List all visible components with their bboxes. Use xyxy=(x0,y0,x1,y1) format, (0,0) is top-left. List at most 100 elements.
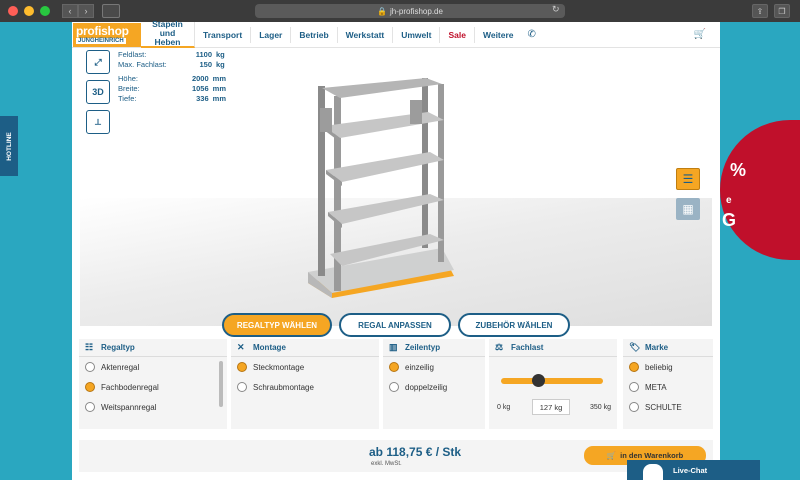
fachlast-slider-track[interactable] xyxy=(501,378,603,384)
hotline-tab[interactable]: HOTLINE xyxy=(0,116,18,176)
filter-title: Zeilentyp xyxy=(405,343,441,352)
filter-title: Marke xyxy=(645,343,669,352)
price-text: ab 118,75 € / Stk xyxy=(369,445,462,459)
hotline-label: HOTLINE xyxy=(5,131,13,161)
filter-zeilentyp: ▥ Zeilentyp einzeilig doppelzeilig xyxy=(383,339,485,429)
spec-feldlast: Feldlast: 1100 kg xyxy=(118,50,225,59)
nav-item-umwelt[interactable]: Umwelt xyxy=(393,26,441,43)
fachlast-input[interactable]: 127 kg xyxy=(532,399,570,415)
filter-title: Montage xyxy=(253,343,286,352)
slider-max-label: 350 kg xyxy=(589,404,611,411)
logo-text: profishop xyxy=(76,23,129,38)
add-shelf-icon[interactable]: ☰ xyxy=(676,168,700,190)
tag-icon: 🏷 xyxy=(629,342,641,352)
scrollbar[interactable] xyxy=(219,361,223,407)
tools-icon: ✕ xyxy=(237,342,245,352)
option-doppelzeilig[interactable]: doppelzeilig xyxy=(383,377,485,397)
option-schulte[interactable]: SCHULTE xyxy=(623,397,713,417)
radio-selected[interactable] xyxy=(389,362,399,372)
sidebar-toggle-icon[interactable] xyxy=(102,4,120,18)
option-schraubmontage[interactable]: Schraubmontage xyxy=(231,377,379,397)
nav-item-lager[interactable]: Lager xyxy=(251,26,292,43)
option-einzeilig[interactable]: einzeilig xyxy=(383,357,485,377)
option-label: Weitspannregal xyxy=(101,402,157,412)
slider-min-label: 0 kg xyxy=(497,404,511,411)
expand-icon[interactable]: ⤢ xyxy=(86,50,110,74)
filter-panels: ☷ Regaltyp Aktenregal Fachbodenregal Weit… xyxy=(79,339,713,451)
page: profishop JUNGHEINRICH Stapeln und Heben… xyxy=(72,20,720,480)
radio-selected[interactable] xyxy=(629,362,639,372)
option-fachbodenregal[interactable]: Fachbodenregal xyxy=(79,377,227,397)
radio[interactable] xyxy=(85,362,95,372)
filter-title: Regaltyp xyxy=(101,343,135,352)
add-field-icon[interactable]: ▦ xyxy=(676,198,700,220)
option-label: doppelzeilig xyxy=(405,382,448,392)
live-chat-label: Live-Chat xyxy=(673,465,708,475)
filter-fachlast: ⚖ Fachlast 0 kg 127 kg 350 kg xyxy=(489,339,617,429)
option-label: beliebig xyxy=(645,362,673,372)
tabs-icon[interactable]: ❐ xyxy=(774,4,790,18)
option-label: einzeilig xyxy=(405,362,434,372)
close-window-button[interactable] xyxy=(8,6,18,16)
option-label: META xyxy=(645,382,667,392)
chat-icon xyxy=(643,464,663,480)
forward-icon[interactable]: › xyxy=(78,4,94,18)
address-bar[interactable]: 🔒 jh-profishop.de xyxy=(255,4,565,18)
url-text: jh-profishop.de xyxy=(390,6,443,16)
fachlast-slider-handle[interactable] xyxy=(532,374,546,387)
promo-line-2: G xyxy=(722,210,737,230)
spec-tiefe: Tiefe: 336 mm xyxy=(118,94,226,103)
weight-icon: ⚖ xyxy=(495,342,504,352)
shelf-3d-viewer[interactable]: ⤢ 3D ⟂ Feldlast: 1100 kg Max. Fachlast: 150… xyxy=(80,48,712,326)
measure-icon[interactable]: ⟂ xyxy=(86,110,110,134)
share-icon[interactable]: ⇪ xyxy=(752,4,768,18)
option-steckmontage[interactable]: Steckmontage xyxy=(231,357,379,377)
back-icon[interactable]: ‹ xyxy=(62,4,78,18)
option-label: Fachbodenregal xyxy=(101,382,159,392)
step-zubehoer-button[interactable]: ZUBEHÖR WÄHLEN xyxy=(458,313,570,337)
option-label: Aktenregal xyxy=(101,362,140,372)
nav-item-betrieb[interactable]: Betrieb xyxy=(291,26,338,43)
reload-icon[interactable]: ↻ xyxy=(552,4,560,15)
option-meta[interactable]: META xyxy=(623,377,713,397)
option-aktenregal[interactable]: Aktenregal xyxy=(79,357,227,377)
spec-max-fachlast: Max. Fachlast: 150 kg xyxy=(118,60,225,69)
shelf-icon: ☷ xyxy=(85,342,94,352)
profishop-logo[interactable]: profishop JUNGHEINRICH xyxy=(73,22,141,47)
radio[interactable] xyxy=(389,382,399,392)
main-nav: profishop JUNGHEINRICH Stapeln und Heben… xyxy=(72,20,720,48)
radio-selected[interactable] xyxy=(237,362,247,372)
radio-selected[interactable] xyxy=(85,382,95,392)
nav-item-stapeln-heben[interactable]: Stapeln und Heben xyxy=(141,20,195,48)
radio[interactable] xyxy=(237,382,247,392)
nav-item-transport[interactable]: Transport xyxy=(195,26,252,43)
zoom-window-button[interactable] xyxy=(40,6,50,16)
step-regaltyp-button[interactable]: REGALTYP WÄHLEN xyxy=(222,313,332,337)
radio[interactable] xyxy=(85,402,95,412)
minimize-window-button[interactable] xyxy=(24,6,34,16)
option-label: Steckmontage xyxy=(253,362,305,372)
spec-hoehe: Höhe: 2000 mm xyxy=(118,74,226,83)
radio[interactable] xyxy=(629,382,639,392)
nav-item-weitere[interactable]: Weitere xyxy=(475,27,522,43)
option-beliebig[interactable]: beliebig xyxy=(623,357,713,377)
lock-icon: 🔒 xyxy=(377,6,388,16)
cart-button-label: in den Warenkorb xyxy=(620,451,684,460)
browser-chrome: ‹ › ≡ 🔒 jh-profishop.de ↻ ⇪ ❐ xyxy=(0,0,800,22)
phone-icon[interactable]: ✆ xyxy=(528,29,536,40)
cart-icon[interactable]: 🛒 xyxy=(694,29,706,40)
cart-icon: 🛒 xyxy=(606,451,617,460)
view-3d-icon[interactable]: 3D xyxy=(86,80,110,104)
filter-regaltyp: ☷ Regaltyp Aktenregal Fachbodenregal Weit… xyxy=(79,339,227,429)
radio[interactable] xyxy=(629,402,639,412)
nav-item-werkstatt[interactable]: Werkstatt xyxy=(338,26,394,43)
promo-text: % e G xyxy=(722,160,746,231)
fachlast-unit: kg xyxy=(554,402,563,412)
spec-breite: Breite: 1056 mm xyxy=(118,84,226,93)
rows-icon: ▥ xyxy=(389,342,398,352)
fachlast-value: 127 xyxy=(539,402,553,412)
filter-montage: ✕ Montage Steckmontage Schraubmontage xyxy=(231,339,379,429)
step-regal-anpassen-button[interactable]: REGAL ANPASSEN xyxy=(339,313,451,337)
nav-item-sale[interactable]: Sale xyxy=(440,26,475,43)
option-weitspannregal[interactable]: Weitspannregal xyxy=(79,397,227,417)
